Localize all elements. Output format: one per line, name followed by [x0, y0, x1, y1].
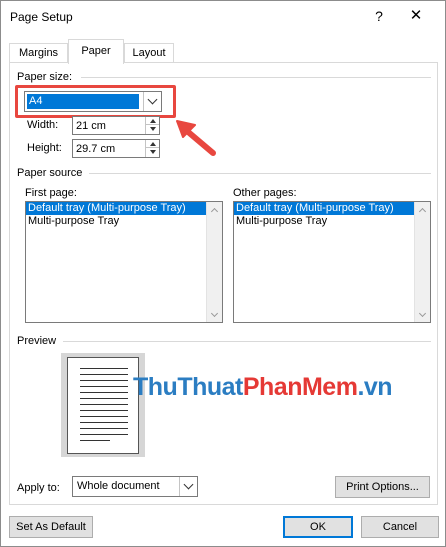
other-pages-listbox[interactable]: Default tray (Multi-purpose Tray) Multi-…	[233, 201, 431, 323]
width-up-button[interactable]	[146, 117, 159, 125]
paper-source-divider	[89, 173, 431, 174]
width-spinner[interactable]: 21 cm	[72, 116, 160, 135]
height-up-button[interactable]	[146, 140, 159, 148]
list-item[interactable]: Default tray (Multi-purpose Tray)	[26, 202, 206, 215]
paper-size-value: A4	[27, 94, 139, 109]
tab-strip: Margins Paper Layout	[1, 39, 445, 64]
first-page-scrollbar[interactable]	[206, 202, 222, 322]
height-down-button[interactable]	[146, 148, 159, 156]
height-spinner[interactable]: 29.7 cm	[72, 139, 160, 158]
scroll-down-icon	[418, 309, 427, 317]
ok-button[interactable]: OK	[283, 516, 353, 538]
apply-to-combobox[interactable]: Whole document	[72, 476, 198, 497]
list-item[interactable]: Multi-purpose Tray	[234, 215, 414, 228]
width-value: 21 cm	[76, 120, 106, 132]
list-item[interactable]: Multi-purpose Tray	[26, 215, 206, 228]
apply-to-value: Whole document	[77, 480, 160, 492]
print-options-button[interactable]: Print Options...	[335, 476, 430, 498]
watermark-logo: ThuThuatPhanMem.vn	[133, 373, 393, 401]
cancel-button[interactable]: Cancel	[361, 516, 439, 538]
width-down-button[interactable]	[146, 125, 159, 133]
preview-page	[67, 357, 139, 454]
triangle-up-icon	[149, 141, 156, 146]
paper-size-combobox[interactable]: A4	[24, 91, 162, 112]
paper-size-divider	[81, 77, 431, 78]
height-label: Height:	[27, 142, 62, 154]
first-page-label: First page:	[25, 187, 77, 199]
chevron-down-icon	[183, 479, 194, 490]
scroll-up-icon	[418, 207, 427, 215]
first-page-listbox[interactable]: Default tray (Multi-purpose Tray) Multi-…	[25, 201, 223, 323]
scroll-down-icon	[210, 309, 219, 317]
triangle-up-icon	[149, 118, 156, 123]
list-item[interactable]: Default tray (Multi-purpose Tray)	[234, 202, 414, 215]
apply-to-label: Apply to:	[17, 482, 60, 494]
dialog-title: Page Setup	[10, 10, 73, 24]
other-pages-scrollbar[interactable]	[414, 202, 430, 322]
scroll-up-icon	[210, 207, 219, 215]
preview-divider	[63, 341, 431, 342]
page-setup-dialog: Page Setup ? ✕ Margins Paper Layout Pape…	[0, 0, 446, 547]
triangle-down-icon	[149, 150, 156, 154]
triangle-down-icon	[149, 127, 156, 131]
title-bar: Page Setup ? ✕	[1, 1, 445, 33]
tab-margins[interactable]: Margins	[9, 43, 68, 63]
other-pages-label: Other pages:	[233, 187, 297, 199]
paper-source-label: Paper source	[17, 167, 83, 179]
red-arrow-icon	[176, 120, 216, 156]
apply-to-dropdown-button[interactable]	[179, 477, 197, 496]
tab-paper[interactable]: Paper	[68, 39, 124, 64]
height-value: 29.7 cm	[76, 143, 116, 155]
chevron-down-icon	[147, 94, 158, 105]
width-label: Width:	[27, 119, 59, 131]
set-as-default-button[interactable]: Set As Default	[9, 516, 93, 538]
paper-size-label: Paper size:	[17, 71, 73, 83]
preview-label: Preview	[17, 335, 57, 347]
paper-size-dropdown-button[interactable]	[143, 92, 161, 111]
tab-layout[interactable]: Layout	[124, 43, 174, 63]
close-button[interactable]: ✕	[405, 6, 427, 26]
help-button[interactable]: ?	[369, 6, 389, 26]
